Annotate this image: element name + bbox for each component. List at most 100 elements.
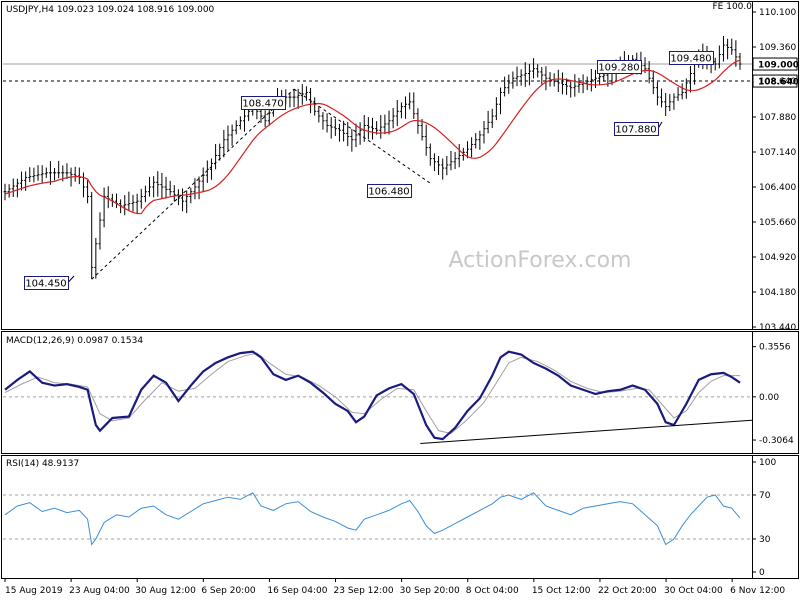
price-bar <box>655 81 659 106</box>
price-bar <box>738 53 742 70</box>
price-bar <box>152 176 156 198</box>
price-bar <box>577 77 581 93</box>
rsi-y-tick-label: 70 <box>759 491 771 501</box>
price-bar <box>544 66 548 91</box>
panel-frame <box>1 1 799 330</box>
price-y-tick-label: 104.920 <box>759 253 796 263</box>
price-bar <box>726 38 730 60</box>
rsi-y-tick-label: 0 <box>759 568 765 578</box>
price-bar <box>680 83 684 100</box>
price-bar <box>354 123 358 148</box>
macd-chart-title: MACD(12,26,9) 0.0987 0.1534 <box>6 336 143 346</box>
rsi-y-tick-label: 100 <box>759 458 776 468</box>
price-bar <box>573 74 577 97</box>
price-bar <box>527 64 531 86</box>
price-bar <box>478 130 482 150</box>
price-bar <box>193 178 197 200</box>
price-bar <box>441 158 445 180</box>
price-bar <box>288 93 292 108</box>
price-bar <box>337 123 341 142</box>
macd-line <box>4 350 741 441</box>
price-bar <box>511 71 515 89</box>
price-bar <box>238 116 242 130</box>
price-bar <box>181 188 185 212</box>
price-bar <box>73 166 77 182</box>
chart-grid <box>1 1 799 582</box>
price-bar <box>65 163 69 179</box>
price-bar <box>532 58 536 79</box>
price-bar <box>94 237 98 279</box>
panel-frame <box>1 331 799 454</box>
price-bar <box>164 176 168 199</box>
macd-trend-line <box>420 419 753 445</box>
price-bar <box>123 195 127 216</box>
price-bar <box>668 93 672 112</box>
price-bar <box>32 167 36 183</box>
price-y-tick-label: 107.140 <box>759 148 796 158</box>
price-bar <box>304 86 308 101</box>
price-bar <box>482 120 486 144</box>
price-y-tick-label: 107.880 <box>759 113 796 123</box>
price-bar <box>474 133 478 149</box>
price-bar <box>404 96 408 119</box>
price-bar <box>40 165 44 183</box>
price-bar <box>445 156 449 176</box>
price-y-tick-label: 105.660 <box>759 218 796 228</box>
price-bar <box>664 93 668 117</box>
macd-y-tick-label: 0.00 <box>759 393 779 403</box>
price-bar <box>721 35 725 62</box>
x-tick-label: 22 Oct 20:00 <box>598 586 657 596</box>
price-bar <box>214 144 218 170</box>
x-tick-label: 23 Aug 04:00 <box>69 586 130 596</box>
price-bar <box>556 69 560 93</box>
price-bar <box>676 87 680 101</box>
x-tick-label: 6 Nov 12:00 <box>730 586 785 596</box>
price-bar <box>325 113 329 133</box>
main-chart-corner-label: FE 100.0 <box>713 2 753 12</box>
x-tick-label: 30 Aug 12:00 <box>135 586 196 596</box>
rsi-line <box>4 492 741 546</box>
price-bar <box>135 193 139 214</box>
price-bar <box>156 171 160 197</box>
x-tick-label: 30 Sep 20:00 <box>400 586 460 596</box>
price-bar <box>391 107 395 129</box>
price-bar <box>408 92 412 110</box>
price-bar <box>519 69 523 86</box>
price-bar <box>230 124 234 146</box>
price-y-tick-label: 109.360 <box>759 43 796 53</box>
price-bar <box>234 120 238 135</box>
annotation-label: 107.880 <box>615 125 656 136</box>
price-bar <box>106 186 110 209</box>
x-tick-label: 15 Aug 2019 <box>5 586 63 596</box>
price-bar <box>7 184 11 198</box>
price-bar <box>371 117 374 140</box>
price-bar <box>457 144 461 168</box>
price-bar <box>379 115 383 139</box>
annotation-label: 109.480 <box>670 54 711 65</box>
price-bar <box>717 45 721 69</box>
price-bar <box>395 100 399 126</box>
price-bar <box>383 114 387 135</box>
macd-signal-line <box>4 352 740 435</box>
price-bar <box>412 92 416 119</box>
price-bar <box>688 66 692 93</box>
price-bar <box>399 102 403 119</box>
price-bar <box>114 193 118 209</box>
price-bar <box>263 110 267 128</box>
price-bar <box>387 110 391 135</box>
price-bar <box>148 176 152 197</box>
price-bar <box>81 172 85 198</box>
x-tick-label: 16 Sep 04:00 <box>267 586 327 596</box>
price-y-tick-label: 104.180 <box>759 288 796 298</box>
price-bar <box>424 124 428 156</box>
price-bar <box>449 150 453 171</box>
price-bar <box>172 185 176 202</box>
price-bar <box>86 180 90 204</box>
trend-line <box>91 88 295 280</box>
price-bar <box>127 191 131 212</box>
price-bar <box>313 97 317 116</box>
price-bar <box>569 81 573 98</box>
price-bar <box>536 64 540 78</box>
price-bar <box>651 70 655 95</box>
price-bar <box>540 66 544 86</box>
